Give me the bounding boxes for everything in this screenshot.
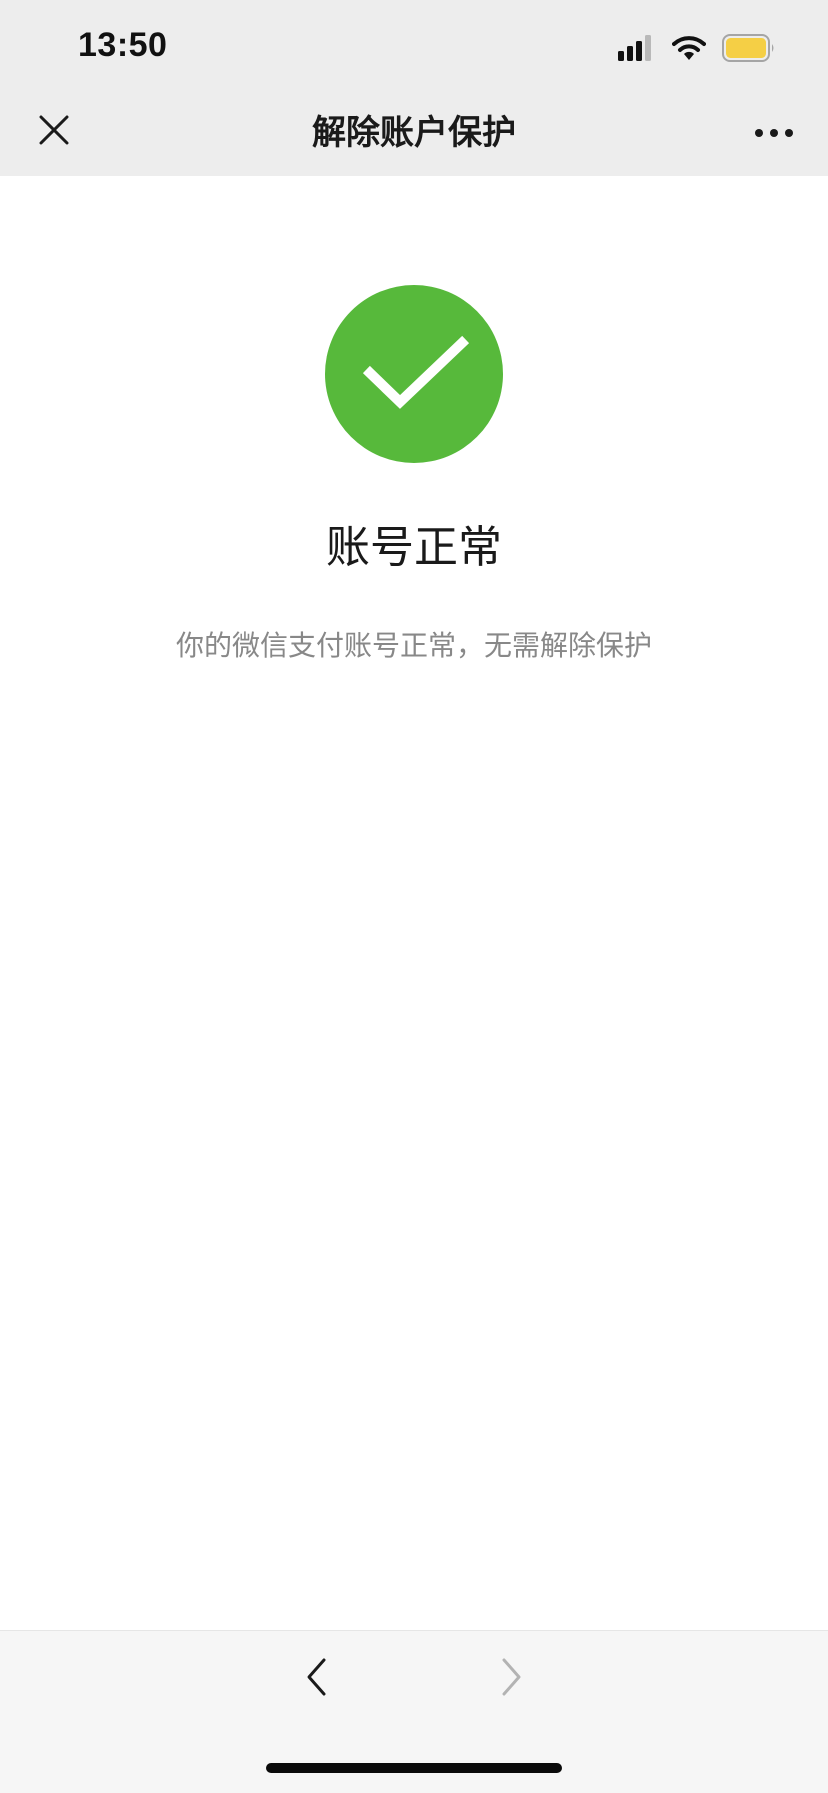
- back-button[interactable]: [296, 1652, 336, 1702]
- forward-button[interactable]: [492, 1652, 532, 1702]
- check-icon: [362, 335, 470, 409]
- status-time: 13:50: [78, 26, 168, 64]
- result-description: 你的微信支付账号正常，无需解除保护: [175, 629, 652, 662]
- wifi-icon: [672, 35, 706, 61]
- battery-icon: [722, 34, 776, 62]
- page-title: 解除账户保护: [312, 113, 516, 153]
- more-icon: [755, 129, 793, 137]
- chevron-right-icon: [502, 1658, 521, 1696]
- result-title: 账号正常: [326, 522, 502, 573]
- status-icons: [618, 32, 776, 64]
- home-indicator[interactable]: [266, 1763, 562, 1773]
- success-badge: [325, 285, 503, 463]
- chevron-left-icon: [307, 1658, 326, 1696]
- top-bar: 13:50 解除账户保护: [0, 0, 828, 176]
- cellular-signal-icon: [618, 35, 656, 61]
- more-button[interactable]: [754, 118, 794, 148]
